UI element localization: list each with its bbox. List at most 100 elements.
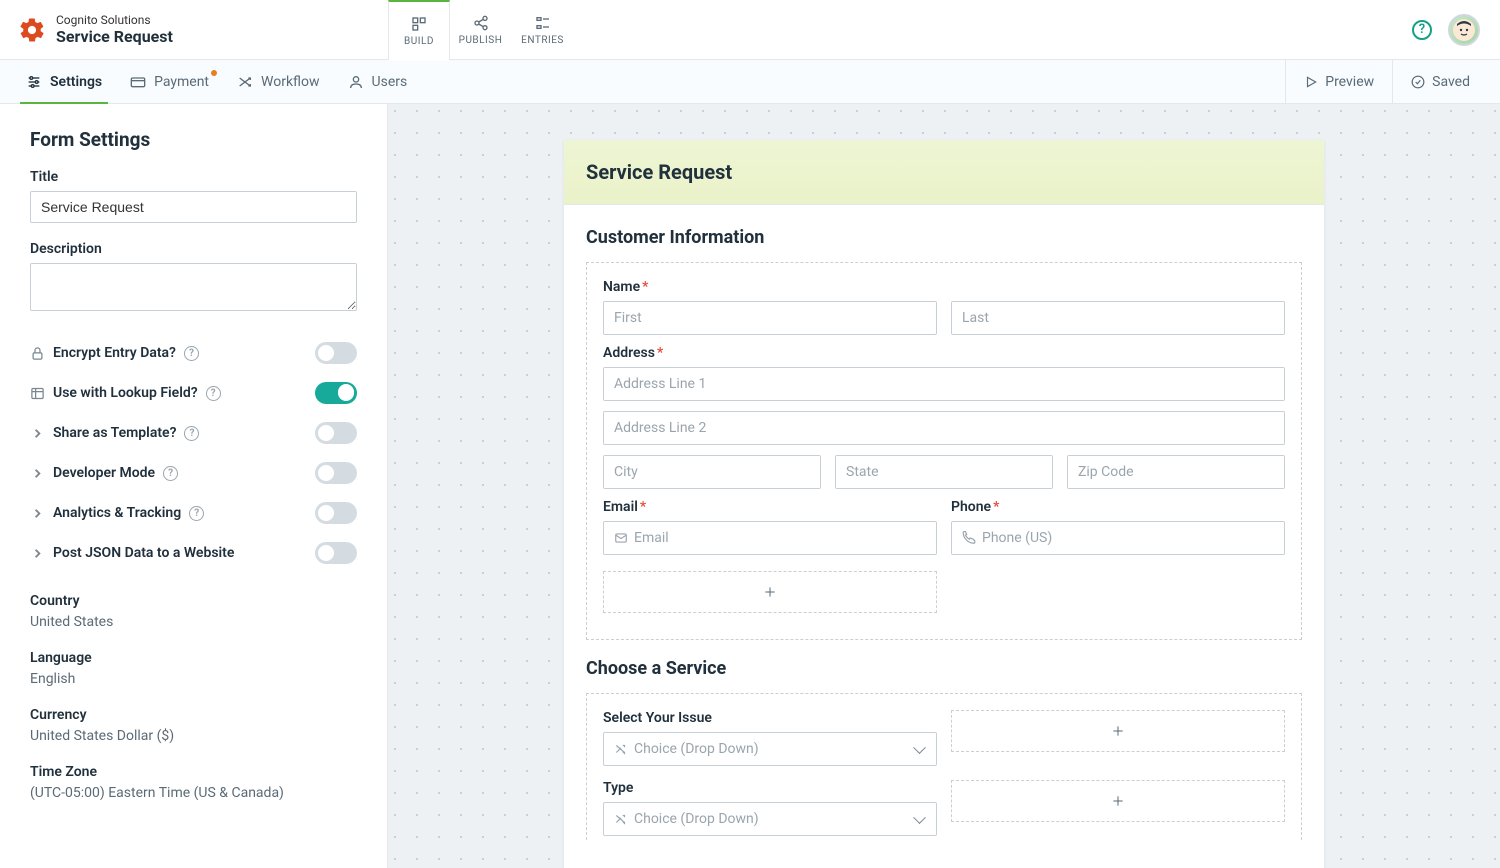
encrypt-label: Encrypt Entry Data? xyxy=(53,345,176,361)
saved-label: Saved xyxy=(1432,74,1470,90)
country-value[interactable]: United States xyxy=(30,614,357,630)
avatar[interactable] xyxy=(1448,14,1480,46)
tab-entries[interactable]: ENTRIES xyxy=(512,0,574,60)
first-name-input[interactable]: First xyxy=(603,301,937,335)
users-icon xyxy=(348,74,364,90)
settings-icon xyxy=(26,74,42,90)
last-name-input[interactable]: Last xyxy=(951,301,1285,335)
workflow-icon xyxy=(237,74,253,90)
subtab-users[interactable]: Users xyxy=(334,60,422,104)
analytics-toggle[interactable] xyxy=(315,502,357,524)
publish-icon xyxy=(472,15,490,31)
share-label: Share as Template? xyxy=(53,425,176,441)
org-name: Cognito Solutions xyxy=(56,13,173,27)
zip-input[interactable]: Zip Code xyxy=(1067,455,1285,489)
language-label: Language xyxy=(30,650,357,666)
play-icon xyxy=(1304,75,1318,89)
settings-sidebar: Form Settings Title Description Encrypt … xyxy=(0,104,388,868)
add-field-slot[interactable] xyxy=(951,710,1285,752)
preview-label: Preview xyxy=(1325,74,1374,90)
email-icon xyxy=(614,531,628,545)
postjson-toggle[interactable] xyxy=(315,542,357,564)
address-label: Address* xyxy=(603,345,1285,361)
help-icon[interactable]: ? xyxy=(163,466,178,481)
service-section[interactable]: Select Your Issue Choice (Drop Down) xyxy=(586,693,1302,840)
lookup-toggle[interactable] xyxy=(315,382,357,404)
address-line2-input[interactable]: Address Line 2 xyxy=(603,411,1285,445)
analytics-label: Analytics & Tracking xyxy=(53,505,181,521)
share-toggle[interactable] xyxy=(315,422,357,444)
subtab-payment-label: Payment xyxy=(154,74,209,90)
timezone-label: Time Zone xyxy=(30,764,357,780)
section-customer-heading[interactable]: Customer Information xyxy=(586,227,1302,248)
subtab-users-label: Users xyxy=(372,74,408,90)
help-icon[interactable]: ? xyxy=(184,346,199,361)
phone-input[interactable]: Phone (US) xyxy=(951,521,1285,555)
email-label: Email* xyxy=(603,499,937,515)
timezone-value[interactable]: (UTC-05:00) Eastern Time (US & Canada) xyxy=(30,785,357,801)
developer-toggle[interactable] xyxy=(315,462,357,484)
phone-icon xyxy=(962,531,976,545)
title-input[interactable] xyxy=(30,191,357,223)
form-title-band[interactable]: Service Request xyxy=(564,140,1324,205)
city-input[interactable]: City xyxy=(603,455,821,489)
canvas: Service Request Customer Information Nam… xyxy=(388,104,1500,868)
help-icon[interactable]: ? xyxy=(1412,20,1432,40)
tab-publish-label: PUBLISH xyxy=(459,35,503,46)
chevron-right-icon xyxy=(30,426,45,441)
customer-section[interactable]: Name* First Last Address* Address Line 1… xyxy=(586,262,1302,640)
subtab-settings[interactable]: Settings xyxy=(12,60,116,104)
currency-value[interactable]: United States Dollar ($) xyxy=(30,728,357,744)
saved-status: Saved xyxy=(1392,60,1488,104)
logo-icon xyxy=(18,16,46,44)
name-label: Name* xyxy=(603,279,1285,295)
add-field-slot[interactable] xyxy=(951,780,1285,822)
description-input[interactable] xyxy=(30,263,357,311)
help-icon[interactable]: ? xyxy=(206,386,221,401)
country-label: Country xyxy=(30,593,357,609)
top-tabs: BUILD PUBLISH ENTRIES xyxy=(388,0,574,59)
help-icon[interactable]: ? xyxy=(189,506,204,521)
currency-label: Currency xyxy=(30,707,357,723)
entries-icon xyxy=(534,15,552,31)
subtab-settings-label: Settings xyxy=(50,74,102,90)
subtab-workflow[interactable]: Workflow xyxy=(223,60,334,104)
chevron-right-icon xyxy=(30,466,45,481)
section-service-heading[interactable]: Choose a Service xyxy=(586,658,1302,679)
form-name: Service Request xyxy=(56,27,173,46)
preview-button[interactable]: Preview xyxy=(1285,60,1392,104)
tab-build[interactable]: BUILD xyxy=(388,0,450,60)
help-icon[interactable]: ? xyxy=(184,426,199,441)
encrypt-toggle[interactable] xyxy=(315,342,357,364)
tab-entries-label: ENTRIES xyxy=(521,35,564,46)
payment-icon xyxy=(130,74,146,90)
email-input[interactable]: Email xyxy=(603,521,937,555)
subtab-workflow-label: Workflow xyxy=(261,74,320,90)
postjson-label: Post JSON Data to a Website xyxy=(53,545,234,561)
subtab-payment[interactable]: Payment xyxy=(116,60,223,104)
state-input[interactable]: State xyxy=(835,455,1053,489)
chevron-right-icon xyxy=(30,546,45,561)
payment-alert-dot xyxy=(211,70,217,76)
plus-icon xyxy=(762,584,778,600)
address-line1-input[interactable]: Address Line 1 xyxy=(603,367,1285,401)
tab-publish[interactable]: PUBLISH xyxy=(450,0,512,60)
lock-icon xyxy=(30,346,45,361)
sub-nav: Settings Payment Workflow Users Preview … xyxy=(0,60,1500,104)
phone-label: Phone* xyxy=(951,499,1285,515)
plus-icon xyxy=(1110,723,1126,739)
branch-icon xyxy=(614,812,628,826)
add-field-slot[interactable] xyxy=(603,571,937,613)
top-header: Cognito Solutions Service Request BUILD … xyxy=(0,0,1500,60)
issue-select[interactable]: Choice (Drop Down) xyxy=(603,732,937,766)
language-value[interactable]: English xyxy=(30,671,357,687)
issue-label: Select Your Issue xyxy=(603,710,937,726)
form-card[interactable]: Service Request Customer Information Nam… xyxy=(564,140,1324,868)
lookup-icon xyxy=(30,386,45,401)
chevron-right-icon xyxy=(30,506,45,521)
type-select[interactable]: Choice (Drop Down) xyxy=(603,802,937,836)
build-icon xyxy=(410,16,428,32)
lookup-label: Use with Lookup Field? xyxy=(53,385,198,401)
check-circle-icon xyxy=(1411,75,1425,89)
developer-label: Developer Mode xyxy=(53,465,155,481)
